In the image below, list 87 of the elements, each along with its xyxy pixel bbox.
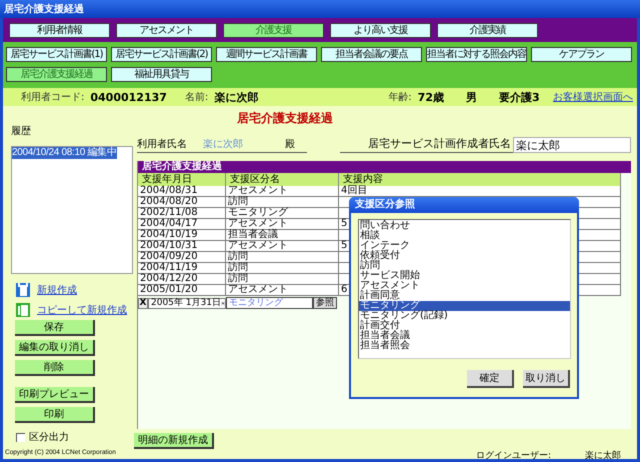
list-item[interactable]: 計画交付 (359, 321, 570, 331)
nav-tab[interactable]: より高い支援 (330, 23, 431, 38)
sub-tab[interactable]: 福祉用具貸与 (111, 67, 212, 82)
new-detail-button[interactable]: 明細の新規作成 (134, 433, 214, 449)
login-label: ログインユーザー: (476, 450, 552, 462)
nav-tab[interactable]: 介護実績 (437, 23, 538, 38)
age-value: 72歳 (418, 90, 444, 104)
care-level: 要介護3 (498, 90, 540, 104)
category-field[interactable]: モニタリング (226, 297, 313, 309)
list-item[interactable]: 訪問 (359, 261, 570, 271)
new-record-link[interactable]: コピーして新規作成 (37, 303, 127, 317)
user-name: 楽に次郎 (203, 138, 243, 151)
table-cell: 2004/08/31 (138, 186, 226, 197)
action-button[interactable]: 印刷プレビュー (15, 387, 95, 403)
column-header: 支援内容 (339, 173, 621, 186)
document-icon (15, 282, 31, 298)
sub-tab[interactable]: 居宅介護支援経過 (6, 67, 107, 82)
sub-tab[interactable]: ケアプラン (531, 47, 632, 62)
action-button[interactable]: 保存 (15, 320, 95, 336)
age-label: 年齢: (388, 90, 412, 104)
sub-tab[interactable]: 居宅サービス計画書(2) (111, 47, 212, 62)
checkbox[interactable] (16, 432, 25, 442)
table-cell: 2004/12/20 (138, 274, 226, 285)
clear-button[interactable]: X (138, 298, 148, 308)
planner-label: 居宅サービス計画作成者氏名 (340, 136, 513, 153)
list-item[interactable]: 依頼受付 (359, 251, 570, 261)
list-item[interactable]: 問い合わせ (359, 221, 570, 231)
list-item[interactable]: インテーク (359, 241, 570, 251)
table-title: 居宅介護支援経過 (138, 161, 631, 173)
dialog-title: 支援区分参照 (349, 197, 579, 213)
customer-select-link[interactable]: お客様選択画面へ (553, 90, 633, 104)
code-value: 0400012137 (90, 90, 167, 104)
sub-tab[interactable]: 担当者に対する照会内容 (426, 47, 527, 62)
column-header: 支援区分名 (226, 173, 339, 186)
dialog-button[interactable]: 取り消し (523, 370, 570, 388)
table-cell: 2004/10/31 (138, 241, 226, 252)
table-cell: 2004/04/17 (138, 219, 226, 230)
sub-tab[interactable]: 居宅サービス計画書(1) (6, 47, 107, 62)
login-user: 楽に太郎 (585, 450, 622, 462)
honorific: 殿 (285, 138, 295, 151)
table-cell: 2004/10/19 (138, 230, 226, 241)
table-cell: 2004/08/20 (138, 197, 226, 208)
table-cell: 担当者会議 (226, 230, 339, 241)
table-cell: 4回目 (339, 186, 621, 197)
page-title: 居宅介護支援経過 (237, 110, 333, 127)
action-button[interactable]: 編集の取り消し (15, 340, 95, 356)
checkbox-label: 区分出力 (29, 430, 69, 444)
list-item[interactable]: サービス開始 (359, 271, 570, 281)
history-label: 履歴 (11, 125, 32, 138)
dialog-button[interactable]: 確定 (467, 370, 514, 388)
table-cell: アセスメント (226, 186, 339, 197)
list-item[interactable]: 担当者照会 (359, 341, 570, 351)
table-cell: 訪問 (226, 263, 339, 274)
new-record-link[interactable]: 新規作成 (37, 283, 77, 297)
user-label: 利用者氏名 (137, 138, 187, 151)
nav-tab[interactable]: 介護支援 (223, 23, 324, 38)
nav-tab[interactable]: アセスメント (116, 23, 217, 38)
column-header: 支援年月日 (138, 173, 226, 186)
history-item[interactable]: 2004/10/24 08:10 編集中 (12, 147, 117, 159)
sub-tab[interactable]: 担当者会議の要点 (321, 47, 422, 62)
sub-tab[interactable]: 週間サービス計画書 (216, 47, 317, 62)
name-label: 名前: (184, 91, 208, 104)
sex-value: 男 (466, 90, 477, 104)
date-dropdown[interactable]: 2005年 1月31日 (148, 298, 226, 308)
list-item[interactable]: 相談 (359, 231, 570, 241)
nav-tab[interactable]: 利用者情報 (9, 23, 110, 38)
table-cell: 訪問 (226, 197, 339, 208)
planner-field[interactable]: 楽に太郎 (513, 137, 631, 153)
table-cell: 訪問 (226, 274, 339, 285)
table-cell: 2004/09/20 (138, 252, 226, 263)
table-cell: 2005/01/20 (138, 285, 226, 296)
copy-icon (15, 302, 31, 318)
table-cell: アセスメント (226, 219, 339, 230)
name-value: 楽に次郎 (214, 90, 258, 104)
list-item[interactable]: 担当者会議 (359, 331, 570, 341)
table-cell: 2004/11/19 (138, 263, 226, 274)
list-item[interactable]: モニタリング(記録) (359, 311, 570, 321)
reference-button[interactable]: 参照 (313, 297, 337, 309)
table-cell: アセスメント (226, 285, 339, 296)
table-cell: 2002/11/08 (138, 208, 226, 219)
table-cell: モニタリング (226, 208, 339, 219)
window-title: 居宅介護支援経過 (0, 0, 640, 18)
table-cell: 訪問 (226, 252, 339, 263)
action-button[interactable]: 印刷 (15, 407, 95, 423)
action-button[interactable]: 削除 (15, 360, 95, 376)
table-cell: アセスメント (226, 241, 339, 252)
code-label: 利用者コード: (21, 90, 84, 104)
